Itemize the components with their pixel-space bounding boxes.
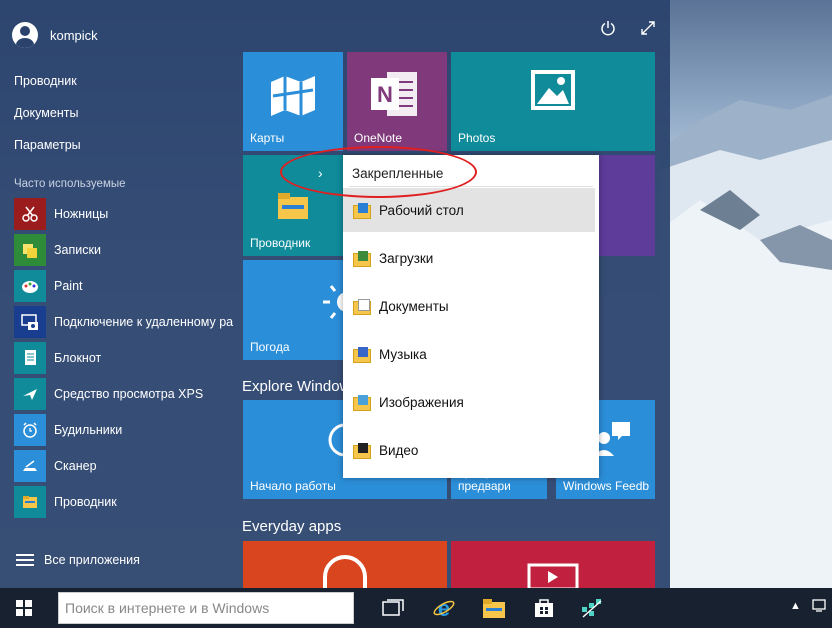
tile-onenote[interactable]: N OneNote: [347, 52, 447, 151]
documents-folder-icon: [353, 299, 371, 315]
scanner-icon: [14, 450, 46, 482]
file-explorer-icon: [14, 486, 46, 518]
chevron-up-icon[interactable]: ▲: [790, 600, 801, 612]
app-item-scanner[interactable]: Сканер: [14, 450, 236, 482]
app-item-label: Блокнот: [54, 351, 102, 365]
app-item-sticky-notes[interactable]: Записки: [14, 234, 236, 266]
left-link-explorer[interactable]: Проводник: [14, 74, 77, 88]
app-item-paint[interactable]: Paint: [14, 270, 236, 302]
app-item-alarms[interactable]: Будильники: [14, 414, 236, 446]
scissors-icon: [14, 198, 46, 230]
group-header-explore[interactable]: Explore Windows: [242, 378, 358, 395]
desktop-folder-icon: [353, 203, 371, 219]
internet-explorer-icon[interactable]: e: [428, 592, 460, 624]
jump-item-label: Документы: [379, 298, 449, 314]
app-item-label: Подключение к удаленному ра: [54, 315, 234, 329]
jump-item-label: Изображения: [379, 394, 464, 410]
start-menu: kompick Проводник Документы Параметры Ча…: [0, 0, 670, 588]
app-item-label: Ножницы: [54, 207, 109, 221]
onenote-icon: N: [371, 72, 417, 116]
windows-logo-icon: [16, 600, 32, 616]
taskbar: e ▲: [0, 588, 832, 628]
tile-label: Погода: [250, 340, 290, 354]
jump-item-label: Видео: [379, 442, 419, 458]
left-link-settings[interactable]: Параметры: [14, 138, 81, 152]
app-item-label: Сканер: [54, 459, 97, 473]
jump-item-pictures[interactable]: Изображения: [343, 380, 595, 424]
left-link-documents[interactable]: Документы: [14, 106, 78, 120]
app-item-label: Записки: [54, 243, 101, 257]
svg-text:N: N: [377, 82, 393, 107]
app-item-snipping[interactable]: Ножницы: [14, 198, 236, 230]
avatar: [12, 22, 38, 48]
sticky-notes-icon: [14, 234, 46, 266]
power-icon[interactable]: [596, 16, 620, 40]
app-item-notepad[interactable]: Блокнот: [14, 342, 236, 374]
start-button[interactable]: [0, 588, 48, 628]
tile-maps[interactable]: Карты: [243, 52, 343, 151]
user-account[interactable]: kompick: [12, 22, 98, 48]
tile-label: Карты: [250, 131, 285, 145]
group-header-everyday: Everyday apps: [242, 518, 342, 535]
app-item-xps-viewer[interactable]: Средство просмотра XPS: [14, 378, 236, 410]
app-item-label: Paint: [54, 279, 83, 293]
jump-item-documents[interactable]: Документы: [343, 284, 595, 328]
store-icon[interactable]: [528, 592, 560, 624]
jump-item-label: Загрузки: [379, 250, 434, 266]
search-input[interactable]: [58, 592, 354, 624]
tile-music[interactable]: [243, 541, 447, 588]
svg-text:e: e: [438, 596, 450, 620]
jump-list: Закрепленные Рабочий стол Загрузки Докум…: [343, 155, 599, 478]
tile-photos[interactable]: Photos: [451, 52, 655, 151]
app-item-remote-desktop[interactable]: Подключение к удаленному ра: [14, 306, 236, 338]
all-apps-button[interactable]: Все приложения: [16, 553, 140, 567]
app-item-label: Будильники: [54, 423, 123, 437]
pictures-folder-icon: [353, 395, 371, 411]
tile-label: Windows Feedb: [563, 479, 650, 493]
jump-item-downloads[interactable]: Загрузки: [343, 236, 595, 280]
downloads-folder-icon: [353, 251, 371, 267]
file-explorer-icon[interactable]: [478, 592, 510, 624]
photo-icon: [531, 70, 575, 110]
xps-viewer-icon: [14, 378, 46, 410]
jump-item-videos[interactable]: Видео: [343, 428, 595, 472]
map-icon: [271, 76, 315, 116]
alarm-icon: [14, 414, 46, 446]
app-icon[interactable]: [576, 592, 608, 624]
network-icon[interactable]: [812, 598, 826, 615]
all-apps-label: Все приложения: [44, 553, 140, 567]
folder-icon: [278, 193, 308, 219]
user-name: kompick: [50, 27, 98, 43]
headphones-icon: [323, 555, 367, 588]
video-icon: [527, 563, 579, 588]
remote-desktop-icon: [14, 306, 46, 338]
paint-icon: [14, 270, 46, 302]
videos-folder-icon: [353, 443, 371, 459]
music-folder-icon: [353, 347, 371, 363]
tile-label: Photos: [458, 131, 496, 145]
tile-label: Начало работы: [250, 479, 336, 493]
tile-purple[interactable]: [599, 155, 655, 256]
notepad-icon: [14, 342, 46, 374]
expand-icon[interactable]: [636, 16, 660, 40]
tile-label: Проводник: [250, 236, 311, 250]
annotation-ellipse: [280, 146, 477, 198]
task-view-icon[interactable]: [377, 592, 409, 624]
app-item-label: Средство просмотра XPS: [54, 387, 204, 401]
tile-label: OneNote: [354, 131, 403, 145]
tile-video[interactable]: [451, 541, 655, 588]
list-icon: [16, 554, 34, 566]
app-item-label: Проводник: [54, 495, 117, 509]
jump-item-label: Рабочий стол: [379, 202, 464, 218]
jump-item-label: Музыка: [379, 346, 427, 362]
jump-item-music[interactable]: Музыка: [343, 332, 595, 376]
most-used-heading: Часто используемые: [14, 178, 126, 190]
app-item-file-explorer[interactable]: Проводник: [14, 486, 236, 518]
